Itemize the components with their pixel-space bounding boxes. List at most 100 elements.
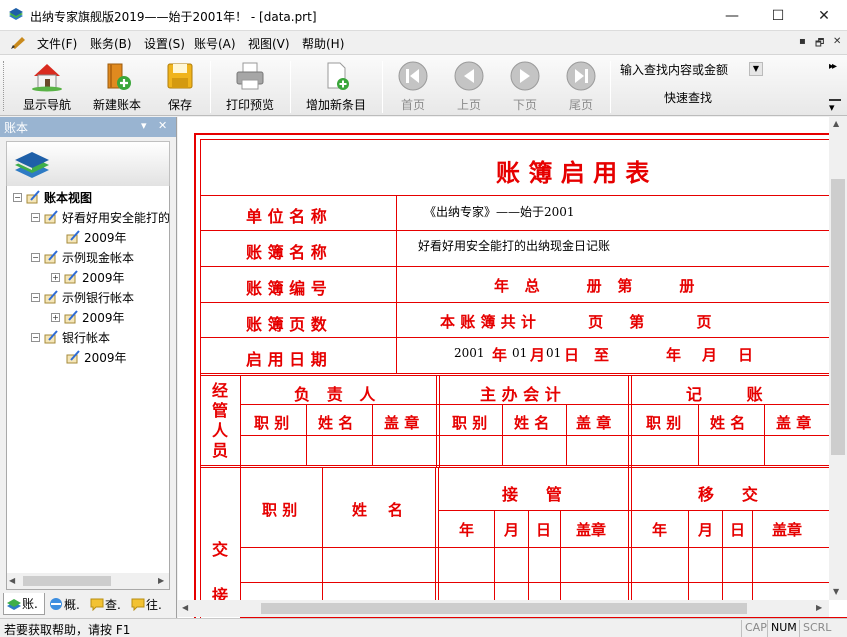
- book-pages-value[interactable]: 本 账 簿 共 计 页 第 页: [440, 311, 711, 332]
- scroll-up-icon[interactable]: ▲: [833, 119, 839, 128]
- tree-horizontal-scrollbar[interactable]: ◀ ▶: [7, 573, 169, 589]
- document-horizontal-scrollbar[interactable]: ◀ ▶: [178, 600, 829, 617]
- tab-overview[interactable]: 概.: [46, 593, 86, 615]
- prev-page-button[interactable]: 上页: [449, 59, 489, 115]
- show-navigation-button[interactable]: 显示导航: [18, 59, 76, 115]
- close-button[interactable]: ✕: [801, 0, 847, 31]
- mdi-minimize-button[interactable]: ▪: [799, 36, 806, 47]
- tree-node-book[interactable]: − 银行帐本: [31, 327, 110, 347]
- menu-file[interactable]: 文件(F): [37, 35, 77, 52]
- document-menu-icon[interactable]: [10, 34, 28, 50]
- scroll-left-icon[interactable]: ◀: [182, 603, 188, 612]
- handover-col-job: 职 别: [262, 501, 298, 519]
- start-date-month[interactable]: 01: [512, 346, 527, 360]
- menu-settings[interactable]: 设置(S): [144, 35, 185, 52]
- tree-expand-icon[interactable]: +: [51, 272, 60, 282]
- tree-node-root[interactable]: − 账本视图: [13, 187, 92, 207]
- tree-node-book[interactable]: − 好看好用安全能打的: [31, 207, 169, 227]
- panel-close-icon[interactable]: ✕: [158, 119, 167, 132]
- quick-search-button[interactable]: 快速查找: [664, 89, 712, 106]
- scroll-down-icon[interactable]: ▼: [833, 587, 839, 596]
- first-page-button[interactable]: 首页: [393, 59, 433, 115]
- handover-col-name: 姓 名: [352, 501, 403, 519]
- search-combobox[interactable]: 输入查找内容或金额 ▼: [616, 59, 764, 79]
- tree-node-label: 账本视图: [44, 190, 93, 205]
- add-entry-button[interactable]: 增加新条目: [300, 59, 372, 115]
- menu-view[interactable]: 视图(V): [248, 35, 290, 52]
- save-button[interactable]: 保存: [160, 59, 200, 115]
- tab-overview-label: 概.: [64, 597, 80, 612]
- search-dropdown-arrow-icon[interactable]: ▼: [749, 62, 763, 76]
- tree-collapse-icon[interactable]: −: [13, 192, 22, 202]
- mdi-restore-button[interactable]: 🗗: [815, 36, 824, 53]
- tree-node-label: 2009年: [84, 350, 127, 365]
- tree-node-year[interactable]: + 2009年: [51, 307, 125, 327]
- maximize-button[interactable]: ☐: [755, 0, 801, 31]
- ledger-rule: [631, 375, 632, 467]
- personnel-side-label: 经 管 人 员: [212, 381, 229, 460]
- tab-search[interactable]: 查.: [87, 593, 127, 615]
- ledger-rule: [566, 404, 567, 465]
- toolbar: 显示导航 新建账本 保存 打印预览 增加新条目 首页 上页 下页 尾页 输入查找…: [0, 54, 847, 116]
- tree-scroll-thumb[interactable]: [23, 576, 111, 586]
- app-book-icon: [9, 8, 23, 20]
- minimize-button[interactable]: —: [709, 0, 755, 31]
- print-preview-button[interactable]: 打印预览: [220, 59, 280, 115]
- ledger-pen-icon: [44, 330, 58, 344]
- tree-collapse-icon[interactable]: −: [31, 252, 40, 262]
- tree-collapse-icon[interactable]: −: [31, 212, 40, 222]
- new-book-button[interactable]: 新建账本: [88, 59, 146, 115]
- scroll-right-icon[interactable]: ▶: [816, 603, 822, 612]
- tab-contacts[interactable]: 往.: [128, 593, 168, 615]
- col-name: 姓 名: [318, 414, 354, 432]
- ledger-pen-icon: [44, 210, 58, 224]
- search-input[interactable]: 输入查找内容或金额: [620, 61, 728, 78]
- next-page-button[interactable]: 下页: [505, 59, 545, 115]
- scroll-left-icon[interactable]: ◀: [9, 576, 15, 585]
- col-seal: 盖 章: [576, 414, 612, 432]
- document-hscroll-thumb[interactable]: [261, 603, 747, 614]
- unit-name-value[interactable]: 《出纳专家》——始于2001: [424, 203, 575, 220]
- start-date-month-unit: 月: [530, 346, 546, 364]
- ledger-pen-icon: [26, 190, 40, 204]
- tree-collapse-icon[interactable]: −: [31, 332, 40, 342]
- book-number-value[interactable]: 年 总 册 第 册: [494, 275, 694, 296]
- start-date-year[interactable]: 2001: [454, 346, 485, 360]
- toolbar-grip[interactable]: [3, 61, 6, 111]
- document-vscroll-thumb[interactable]: [831, 179, 845, 455]
- tree-expand-icon[interactable]: +: [51, 312, 60, 322]
- ledger-rule: [764, 404, 765, 465]
- tab-account[interactable]: 账.: [3, 593, 45, 615]
- tree-node-year[interactable]: 2009年: [65, 347, 127, 367]
- tree-node-year[interactable]: 2009年: [65, 227, 127, 247]
- toolbar-overflow-icon[interactable]: ▸▸: [829, 61, 837, 72]
- ledger-rule: [628, 375, 629, 467]
- tree-node-year[interactable]: + 2009年: [51, 267, 125, 287]
- transfer-year: 年: [652, 521, 668, 539]
- ledger-rule: [631, 467, 632, 620]
- tree-node-book[interactable]: − 示例银行帐本: [31, 287, 134, 307]
- panel-dropdown-icon[interactable]: ▾: [141, 119, 147, 132]
- tree-node-book[interactable]: − 示例现金帐本: [31, 247, 134, 267]
- menu-account[interactable]: 账号(A): [194, 35, 236, 52]
- unit-name-label: 单 位 名 称: [246, 207, 327, 226]
- col-job: 职 别: [254, 414, 290, 432]
- menu-accounting[interactable]: 账务(B): [90, 35, 132, 52]
- ledger-rule: [240, 435, 847, 436]
- book-name-value[interactable]: 好看好用安全能打的出纳现金日记账: [418, 237, 610, 254]
- tree-collapse-icon[interactable]: −: [31, 292, 40, 302]
- document-vertical-scrollbar[interactable]: ▲ ▼: [829, 117, 847, 600]
- account-tree: − 账本视图 − 好看好用安全能打的 2009年 − 示例现金帐本 + 2009…: [6, 186, 170, 590]
- show-navigation-label: 显示导航: [22, 98, 71, 112]
- printer-icon: [236, 62, 264, 90]
- scroll-right-icon[interactable]: ▶: [158, 576, 164, 585]
- mdi-close-button[interactable]: ✕: [833, 36, 841, 47]
- ledger-rule: [436, 375, 437, 467]
- start-date-day[interactable]: 01: [546, 346, 561, 360]
- toolbar-customize-icon[interactable]: ▾: [829, 99, 841, 114]
- status-message: 若要获取帮助，请按 F1: [4, 623, 131, 637]
- ledger-pen-icon: [66, 230, 80, 244]
- ledger-rule: [435, 467, 436, 620]
- last-page-button[interactable]: 尾页: [561, 59, 601, 115]
- menu-help[interactable]: 帮助(H): [302, 35, 344, 52]
